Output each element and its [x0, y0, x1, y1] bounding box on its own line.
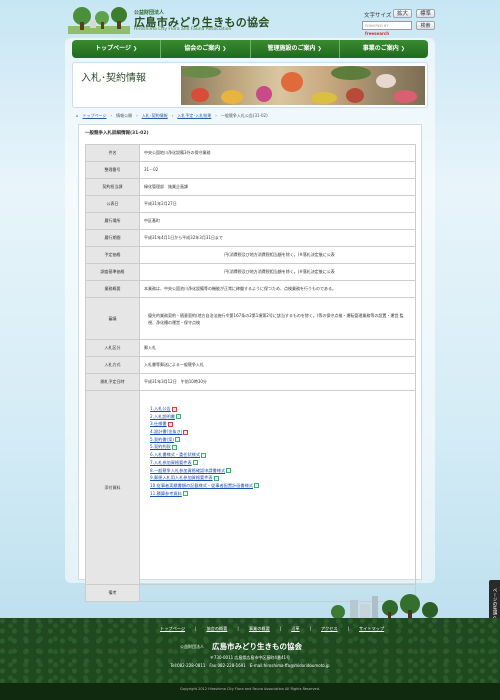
content-panel: 一般競争入札詳細情報(31-02) 件名 中央公園地川浄化設備3外の保守業務 整理…	[78, 124, 422, 602]
nav-business[interactable]: 事業のご案内 ❯	[340, 40, 428, 58]
search-button[interactable]: 検索	[416, 21, 435, 30]
logo-trees-icon	[68, 7, 130, 34]
logo-english: Hiroshima City Flora and Fauna Associati…	[134, 27, 232, 32]
footer-link[interactable]: アクセス	[321, 626, 338, 632]
table-row: 件名 中央公園地川浄化設備3外の保守業務	[85, 144, 416, 162]
breadcrumb: ⌂ トップページ › 情報公開 › 入札･契約情報 › 入札予定･入札結果 › 一般競争…	[76, 113, 268, 119]
table-row: 審議 優先的業務契約・随意契約(地方自治法施行令第167条の2第1項第2号に該当す…	[85, 297, 416, 340]
document-icon	[171, 444, 177, 450]
chevron-right-icon: ❯	[132, 46, 138, 52]
page-title-banner: 入札･契約情報	[72, 62, 428, 108]
table-row: 契約担当課 緑化管理部 施業企画課	[85, 178, 416, 196]
attachment-link[interactable]: 6.入札書様式・委任状様式	[150, 452, 200, 457]
fontsize-label: 文字サイズ	[364, 13, 392, 19]
footer-org-subtitle: 公益財団法人	[180, 644, 204, 649]
attachment-link[interactable]: 2.入札説明書	[150, 414, 175, 419]
attachment-link[interactable]: 10.従事者実績書類の記載様式・従事者配置計画書様式	[150, 483, 253, 488]
footer-link[interactable]: 協会の概要	[206, 626, 227, 632]
breadcrumb-item: 情報公開	[116, 113, 133, 118]
tender-info-table: 件名 中央公園地川浄化設備3外の保守業務 整理番号 31－02 契約担当課 緑化管理部…	[85, 144, 416, 602]
attachment-link[interactable]: 5.契約約款	[150, 444, 171, 449]
table-row: 履行場所 中区基町	[85, 212, 416, 230]
fontsize-standard-button[interactable]: 標準	[416, 9, 435, 18]
table-row: 調査基準価格 円(消費税及び地方消費税相当額を除く。)※落札決定後に公表	[85, 263, 416, 281]
footer-link[interactable]: 沿革	[291, 626, 299, 632]
document-icon	[182, 491, 188, 497]
list-item: 2.入札説明書	[150, 413, 415, 421]
footer-link[interactable]: 事業の概要	[249, 626, 270, 632]
table-row: 入札方式 入札書等郵送による一般競争入札	[85, 356, 416, 374]
list-item: 10.従事者実績書類の記載様式・従事者配置計画書様式	[150, 482, 415, 490]
breadcrumb-link[interactable]: 入札･契約情報	[142, 113, 168, 119]
footer-link[interactable]: トップページ	[160, 626, 185, 632]
table-row: 予定価格 円(消費税及び地方消費税相当額を除く。)※落札決定後に公表	[85, 246, 416, 264]
list-item: 9.郵便入札用入札参加資格要件表	[150, 474, 415, 482]
list-item: 8.一般競争入札参加資格確認申請書様式	[150, 467, 415, 475]
attachment-link[interactable]: 8.一般競争入札参加資格確認申請書様式	[150, 468, 225, 473]
footer-link[interactable]: サイトマップ	[359, 626, 384, 632]
breadcrumb-current: 一般競争入札公告(31-02)	[220, 113, 268, 118]
home-icon: ⌂	[76, 113, 79, 118]
fontsize-large-button[interactable]: 拡大	[393, 9, 412, 18]
list-item: 5.契約書(案)	[150, 436, 415, 444]
list-item: 5.契約約款	[150, 443, 415, 451]
attachment-link[interactable]: 3.仕様書	[150, 421, 167, 426]
pdf-icon	[167, 421, 173, 427]
search-brand: freesearch	[365, 31, 390, 36]
attachment-list: 1.入札公告 2.入札説明書 3.仕様書 4.設計書(金抜き) 5.契約書(案)…	[150, 405, 415, 497]
attachment-link[interactable]: 4.設計書(金抜き)	[150, 429, 182, 434]
attachment-link[interactable]: 9.郵便入札用入札参加資格要件表	[150, 475, 213, 480]
copyright: Copyright 2012 Hiroshima City Flora and …	[179, 687, 321, 691]
chevron-right-icon: ❯	[222, 46, 227, 52]
list-item: 7.入札参加資格要件表	[150, 459, 415, 467]
document-icon	[213, 475, 219, 481]
attachment-link[interactable]: 7.入札参加資格要件表	[150, 460, 192, 465]
list-item: 6.入札書様式・委任状様式	[150, 451, 415, 459]
table-row: 整理番号 31－02	[85, 161, 416, 179]
attachment-link[interactable]: 1.入札公告	[150, 406, 171, 411]
search-input[interactable]: POWERED BY freesearch	[362, 21, 412, 36]
site-header: 公益財団法人 広島市みどり生きもの協会 Hiroshima City Flora…	[0, 0, 500, 38]
pdf-icon	[171, 406, 177, 412]
page-title: 入札･契約情報	[81, 73, 146, 84]
footer-contact: Tel:082-228-0811 Fax:082-228-1691 E-mail…	[170, 663, 330, 668]
document-icon	[226, 468, 232, 473]
flower-garden-image	[181, 66, 425, 105]
table-row: 業務概要 本業務は、中央公園池川浄化設備等の機能が正常に稼働するように保つため、点…	[85, 280, 416, 298]
table-row: 履行期間 平成31年4月1日から平成32年3月31日まで	[85, 229, 416, 247]
list-item: 1.入札公告	[150, 405, 415, 413]
chevron-right-icon: ❯	[317, 46, 322, 52]
nav-about[interactable]: 協会のご案内 ❯	[161, 40, 251, 58]
nav-facilities[interactable]: 管理施設のご案内 ❯	[251, 40, 340, 58]
list-item: 3.仕様書	[150, 420, 415, 428]
list-item: 4.設計書(金抜き)	[150, 428, 415, 436]
breadcrumb-link[interactable]: トップページ	[83, 113, 107, 119]
footer-org-name: 広島市みどり生きもの協会	[212, 642, 302, 651]
table-row: 入札区分 郵入札	[85, 339, 416, 357]
document-icon	[192, 460, 198, 466]
document-icon	[175, 437, 181, 443]
footer-address: 〒730-0011 広島県広島市中区基町4番41号	[209, 655, 291, 660]
nav-top[interactable]: トップページ ❯	[72, 40, 162, 58]
attachment-link[interactable]: 5.契約書(案)	[150, 437, 174, 442]
attachment-link[interactable]: 11.積算参考資料	[150, 491, 182, 496]
document-icon	[175, 414, 181, 420]
global-nav: トップページ ❯ 協会のご案内 ❯ 管理施設のご案内 ❯ 事業のご案内 ❯	[72, 40, 428, 58]
footer-nav: トップページ | 協会の概要 | 事業の概要 | 沿革 | アクセス | サイトマップ	[160, 626, 385, 632]
chevron-right-icon: ❯	[400, 46, 405, 52]
table-row: 添付資料 1.入札公告 2.入札説明書 3.仕様書 4.設計書(金抜き) 5.契…	[85, 390, 416, 585]
document-icon	[201, 452, 207, 458]
breadcrumb-link[interactable]: 入札予定･入札結果	[177, 113, 211, 119]
section-title: 一般競争入札詳細情報(31-02)	[85, 131, 149, 136]
list-item: 11.積算参考資料	[150, 490, 415, 498]
document-icon	[253, 483, 259, 489]
footer-bottom-bar	[0, 683, 500, 700]
pdf-icon	[183, 429, 189, 435]
table-row: 公表日 平成31年2月27日	[85, 195, 416, 213]
table-row: 開札予定日時 平成31年3月12日 午前10時30分	[85, 373, 416, 391]
